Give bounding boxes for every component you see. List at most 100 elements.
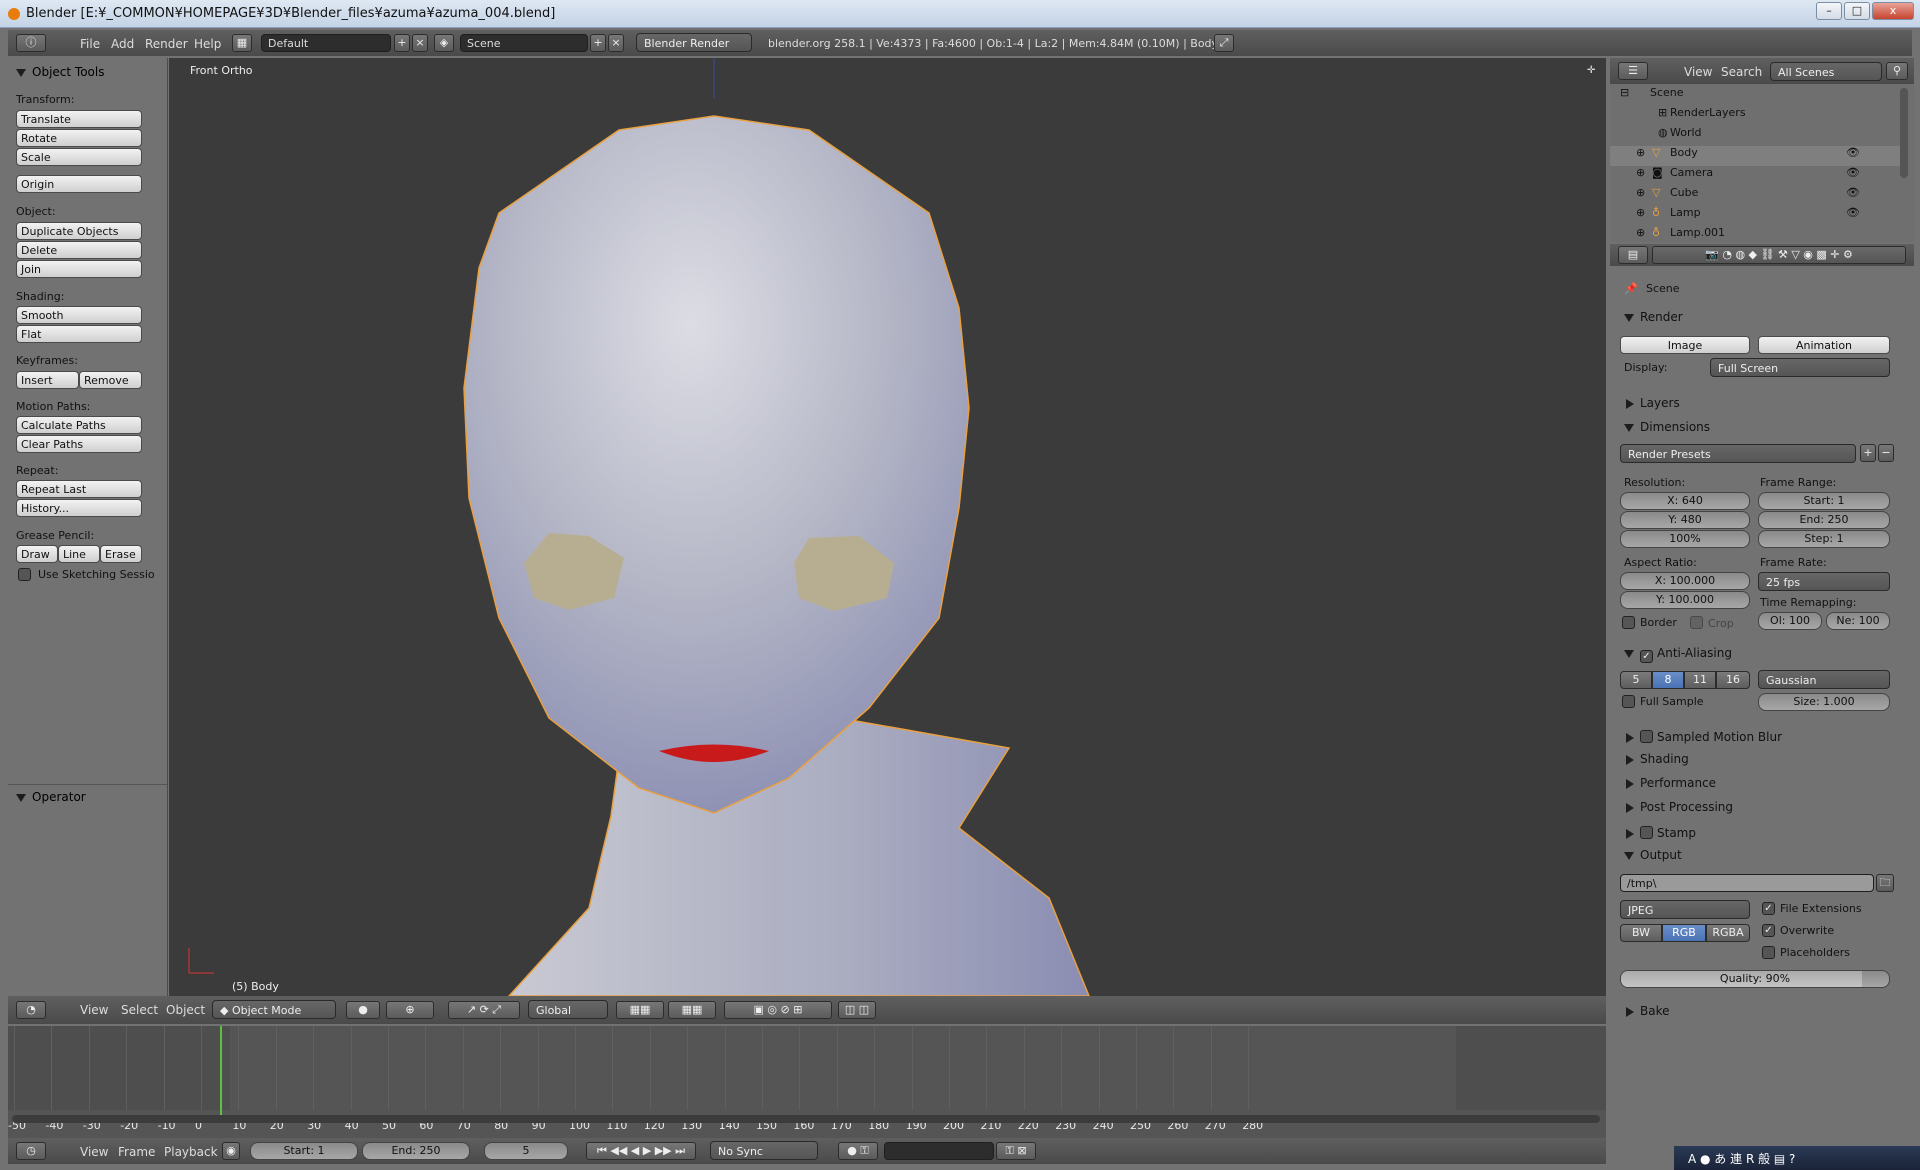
minimize-button[interactable]: – <box>1816 2 1842 20</box>
timeline-start-field[interactable]: Start: 1 <box>250 1142 358 1160</box>
outliner-search-icon[interactable]: ⚲ <box>1886 62 1908 80</box>
remove-layout-icon[interactable]: × <box>412 34 428 52</box>
performance-panel-header[interactable]: Performance <box>1624 776 1716 790</box>
quality-slider[interactable]: Quality: 90% <box>1620 970 1890 988</box>
scene-icon[interactable]: ◈ <box>434 34 454 52</box>
flat-button[interactable]: Flat <box>16 325 142 343</box>
3d-viewport[interactable]: Front Ortho ✛ (5) Body <box>169 58 1606 996</box>
post-processing-panel-header[interactable]: Post Processing <box>1624 800 1733 814</box>
clear-paths-button[interactable]: Clear Paths <box>16 435 142 453</box>
insert-delete-key-icons[interactable]: ⚿ ⊠ <box>996 1142 1036 1160</box>
outliner-view-menu[interactable]: View <box>1684 65 1712 79</box>
editor-type-icon[interactable]: ⓘ <box>16 34 46 52</box>
color-rgb-toggle[interactable]: RGB <box>1662 924 1706 942</box>
scene-field[interactable]: Scene <box>460 34 588 52</box>
shading-mode-icon[interactable]: ● <box>346 1001 380 1019</box>
draw-button[interactable]: Draw <box>16 545 58 563</box>
color-bw-toggle[interactable]: BW <box>1620 924 1662 942</box>
repeat-last-button[interactable]: Repeat Last <box>16 480 142 498</box>
timeline-frame-menu[interactable]: Frame <box>118 1145 155 1159</box>
tray-icons[interactable]: A ● あ 連 R 般 ▤ ? <box>1688 1150 1795 1167</box>
anti-aliasing-checkbox[interactable]: ✓ <box>1640 650 1653 663</box>
aa-samples-11[interactable]: 11 <box>1684 671 1716 689</box>
motion-blur-checkbox[interactable] <box>1640 730 1653 743</box>
color-rgba-toggle[interactable]: RGBA <box>1706 924 1750 942</box>
placeholders-checkbox[interactable] <box>1762 946 1775 959</box>
output-path-field[interactable]: /tmp\ <box>1620 874 1874 892</box>
visibility-eye-icon[interactable]: 👁 <box>1846 166 1860 179</box>
keying-set-field[interactable] <box>884 1142 994 1160</box>
object-menu[interactable]: Object <box>166 1003 205 1017</box>
aa-samples-8[interactable]: 8 <box>1652 671 1684 689</box>
insert-keyframe-button[interactable]: Insert <box>16 371 79 389</box>
shading-panel-header[interactable]: Shading <box>1624 752 1689 766</box>
erase-button[interactable]: Erase <box>100 545 142 563</box>
render-engine-dropdown[interactable]: Blender Render <box>636 33 752 52</box>
render-animation-button[interactable]: Animation <box>1758 336 1890 354</box>
duplicate-objects-button[interactable]: Duplicate Objects <box>16 222 142 240</box>
timeline-end-field[interactable]: End: 250 <box>362 1142 470 1160</box>
remove-keyframe-button[interactable]: Remove <box>79 371 142 389</box>
sync-dropdown[interactable]: No Sync <box>710 1141 818 1160</box>
resolution-percent-field[interactable]: 100% <box>1620 530 1750 548</box>
view-menu[interactable]: View <box>80 1003 108 1017</box>
render-image-button[interactable]: Image <box>1620 336 1750 354</box>
time-remap-old-field[interactable]: Ol: 100 <box>1758 612 1822 630</box>
timeline-view-menu[interactable]: View <box>80 1145 108 1159</box>
line-button[interactable]: Line <box>58 545 100 563</box>
time-remap-new-field[interactable]: Ne: 100 <box>1826 612 1890 630</box>
visibility-eye-icon[interactable]: 👁 <box>1846 206 1860 219</box>
add-layout-icon[interactable]: + <box>394 34 410 52</box>
origin-button[interactable]: Origin <box>16 175 142 193</box>
menu-render[interactable]: Render <box>145 37 188 51</box>
anti-aliasing-panel-header[interactable]: ✓ Anti-Aliasing <box>1624 646 1732 663</box>
timeline-editor-type-icon[interactable]: ◷ <box>16 1142 46 1160</box>
outliner-item-scene[interactable]: ⊟ Scene <box>1610 86 1900 106</box>
timeline[interactable]: -50 -40 -30 -20 -10 0 10 20 30 40 50 60 70 80 90 100 110… <box>8 1026 1606 1138</box>
aspect-y-field[interactable]: Y: 100.000 <box>1620 591 1750 609</box>
file-format-dropdown[interactable]: JPEG <box>1620 900 1750 919</box>
filter-size-field[interactable]: Size: 1.000 <box>1758 693 1890 711</box>
outliner-item-body[interactable]: ⊕ ▽ Body 👁 <box>1610 146 1900 166</box>
current-frame-marker[interactable] <box>219 1026 222 1116</box>
join-button[interactable]: Join <box>16 260 142 278</box>
aspect-x-field[interactable]: X: 100.000 <box>1620 572 1750 590</box>
rotate-button[interactable]: Rotate <box>16 129 142 147</box>
remove-preset-icon[interactable]: − <box>1878 444 1894 462</box>
record-keyframe-icon[interactable]: ● ⚿ <box>838 1142 878 1160</box>
menu-file[interactable]: File <box>80 37 100 51</box>
outliner-item-world[interactable]: ◍ World <box>1610 126 1900 146</box>
resolution-x-field[interactable]: X: 640 <box>1620 492 1750 510</box>
file-browser-icon[interactable]: 🗀 <box>1876 874 1894 892</box>
keying-set-icon[interactable]: ◉ <box>222 1142 240 1160</box>
delete-button[interactable]: Delete <box>16 241 142 259</box>
outliner-item-renderlayers[interactable]: ⊞ RenderLayers <box>1610 106 1900 126</box>
translate-button[interactable]: Translate <box>16 110 142 128</box>
manipulator-icons[interactable]: ↗ ⟳ ⤢ <box>448 1001 520 1019</box>
timeline-scrollbar[interactable] <box>12 1115 1600 1123</box>
border-checkbox[interactable] <box>1622 616 1635 629</box>
timeline-playback-menu[interactable]: Playback <box>164 1145 218 1159</box>
close-button[interactable]: x <box>1872 2 1914 20</box>
remove-scene-icon[interactable]: × <box>608 34 624 52</box>
output-panel-header[interactable]: Output <box>1624 848 1682 862</box>
render-presets-dropdown[interactable]: Render Presets <box>1620 444 1856 463</box>
aa-filter-dropdown[interactable]: Gaussian <box>1758 670 1890 689</box>
mode-dropdown[interactable]: ◆ Object Mode <box>212 1000 336 1019</box>
bake-panel-header[interactable]: Bake <box>1624 1004 1670 1018</box>
frame-start-field[interactable]: Start: 1 <box>1758 492 1890 510</box>
frame-end-field[interactable]: End: 250 <box>1758 511 1890 529</box>
outliner-search-menu[interactable]: Search <box>1721 65 1762 79</box>
snap-tools-icons[interactable]: ▣ ◎ ⊘ ⊞ <box>724 1001 832 1019</box>
select-menu[interactable]: Select <box>121 1003 158 1017</box>
outliner-scrollbar[interactable] <box>1900 88 1908 178</box>
add-scene-icon[interactable]: + <box>590 34 606 52</box>
maximize-button[interactable]: □ <box>1844 2 1870 20</box>
render-opengl-icons[interactable]: ◫ ◫ <box>838 1001 876 1019</box>
stamp-panel-header[interactable]: Stamp <box>1624 824 1696 840</box>
operator-header[interactable]: Operator <box>16 790 86 804</box>
display-dropdown[interactable]: Full Screen <box>1710 358 1890 377</box>
history-button[interactable]: History... <box>16 499 142 517</box>
layers-grid-2[interactable]: ▦▦ <box>668 1001 716 1019</box>
frame-step-field[interactable]: Step: 1 <box>1758 530 1890 548</box>
